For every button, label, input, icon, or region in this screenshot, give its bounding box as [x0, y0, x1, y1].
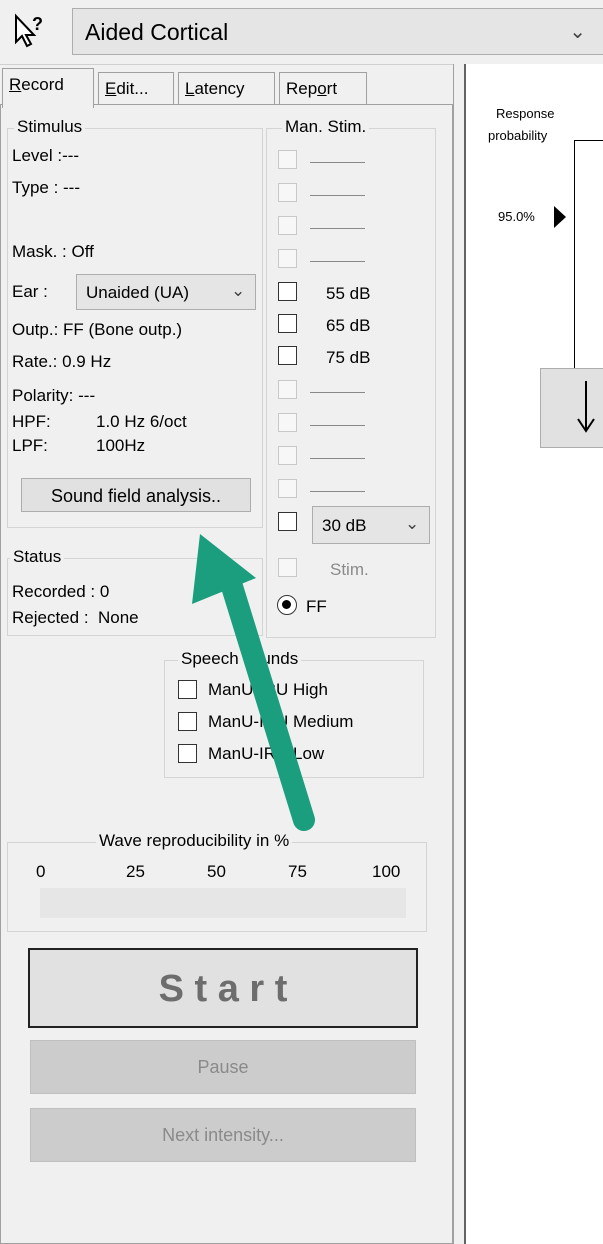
man-stim-empty-label	[310, 228, 365, 229]
response-chart-panel: Response probability 95.0%	[464, 64, 603, 1244]
man-stim-empty-label	[310, 425, 365, 426]
reproducibility-tick: 50	[207, 862, 226, 881]
wave-reproducibility-group	[7, 842, 427, 932]
svg-text:?: ?	[32, 14, 43, 34]
man-stim-empty-label	[310, 261, 365, 262]
man-stim-empty-label	[310, 392, 365, 393]
hpf-label: HPF:	[12, 412, 51, 431]
man-stim-checkbox[interactable]	[278, 183, 297, 202]
man-stim-checkbox[interactable]	[278, 216, 297, 235]
lpf-label: LPF:	[12, 436, 48, 455]
man-stim-label-65db: 65 dB	[326, 316, 371, 335]
chart-title-line2: probability	[488, 128, 548, 143]
chevron-down-icon: ⌄	[405, 514, 420, 533]
chart-title-line1: Response	[496, 106, 555, 121]
tab-report[interactable]: Report	[279, 72, 367, 104]
protocol-dropdown[interactable]: Aided Cortical ⌄	[72, 8, 603, 55]
status-legend: Status	[10, 547, 65, 567]
pause-button[interactable]: Pause	[30, 1040, 416, 1094]
reproducibility-tick: 100	[372, 862, 401, 881]
start-button[interactable]: S t a r t	[28, 948, 418, 1028]
stimulus-polarity: Polarity: ---	[12, 386, 96, 405]
chart-axis	[574, 140, 603, 404]
sound-field-analysis-button[interactable]: Sound field analysis..	[21, 478, 251, 512]
protocol-dropdown-value: Aided Cortical	[85, 19, 229, 45]
man-stim-checkbox-55db[interactable]	[278, 282, 297, 301]
stimulus-legend: Stimulus	[14, 117, 86, 137]
reproducibility-tick: 0	[36, 862, 46, 881]
reproducibility-tick: 25	[126, 862, 145, 881]
chevron-down-icon: ⌄	[569, 21, 586, 43]
next-intensity-button[interactable]: Next intensity...	[30, 1108, 416, 1162]
annotation-arrow-icon	[180, 520, 340, 845]
threshold-label: 95.0%	[498, 209, 535, 224]
rejected-count: Rejected : None	[12, 608, 139, 627]
ear-label: Ear :	[12, 282, 48, 301]
reproducibility-tick: 75	[288, 862, 307, 881]
context-help-icon[interactable]: ?	[10, 12, 50, 52]
ear-select[interactable]: Unaided (UA) ⌄	[76, 274, 256, 310]
ear-select-value: Unaided (UA)	[86, 283, 189, 302]
man-stim-legend: Man. Stim.	[282, 117, 370, 137]
tab-record[interactable]: Record	[2, 68, 94, 108]
tab-latency[interactable]: Latency	[178, 72, 275, 104]
man-stim-label-55db: 55 dB	[326, 284, 371, 303]
hpf-value: 1.0 Hz 6/oct	[96, 412, 187, 431]
man-stim-empty-label	[310, 162, 365, 163]
stimulus-mask: Mask. : Off	[12, 242, 94, 261]
man-stim-checkbox[interactable]	[278, 150, 297, 169]
scroll-down-button[interactable]	[540, 368, 603, 448]
stimulus-output: Outp.: FF (Bone outp.)	[12, 320, 183, 339]
man-stim-empty-label	[310, 458, 365, 459]
stimulus-rate: Rate.: 0.9 Hz	[12, 352, 112, 371]
man-stim-checkbox[interactable]	[278, 249, 297, 268]
tab-edit[interactable]: Edit...	[98, 72, 174, 104]
recorded-count: Recorded : 0	[12, 582, 110, 601]
lpf-value: 100Hz	[96, 436, 146, 455]
stimulus-level: Level :---	[12, 146, 80, 165]
man-stim-label-75db: 75 dB	[326, 348, 371, 367]
man-stim-checkbox[interactable]	[278, 479, 297, 498]
man-stim-checkbox[interactable]	[278, 413, 297, 432]
man-stim-empty-label	[310, 491, 365, 492]
stimulus-type: Type : ---	[12, 178, 81, 197]
reproducibility-bar	[40, 888, 406, 918]
man-stim-checkbox-65db[interactable]	[278, 314, 297, 333]
man-stim-empty-label	[310, 195, 365, 196]
man-stim-checkbox[interactable]	[278, 446, 297, 465]
chevron-down-icon: ⌄	[231, 281, 246, 300]
man-stim-checkbox-75db[interactable]	[278, 346, 297, 365]
man-stim-checkbox[interactable]	[278, 380, 297, 399]
threshold-marker-icon	[552, 204, 568, 235]
